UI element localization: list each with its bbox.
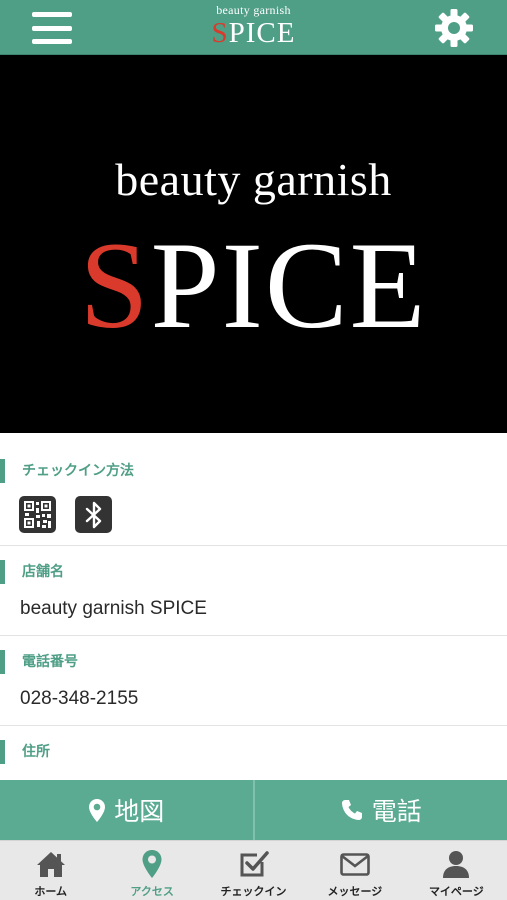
- bottom-tab-bar: ホーム アクセス チェックイン メッセージ マイページ: [0, 840, 507, 900]
- logo-first-letter: S: [211, 17, 229, 49]
- phone-title: 電話番号: [0, 650, 507, 674]
- map-pin-icon: [142, 850, 162, 878]
- tab-home[interactable]: ホーム: [0, 841, 101, 900]
- hero-banner: beauty garnish SPICE: [0, 55, 507, 433]
- gear-icon[interactable]: [432, 6, 476, 50]
- tab-mypage-label: マイページ: [428, 885, 484, 898]
- tab-access-label: アクセス: [130, 885, 174, 898]
- call-button[interactable]: 電話: [252, 780, 507, 840]
- qr-code-icon[interactable]: [19, 496, 56, 533]
- logo-title: SPICE: [0, 17, 507, 49]
- home-icon: [36, 852, 65, 877]
- hero-title-first-letter: S: [79, 217, 151, 354]
- hero-title-rest: PICE: [150, 217, 428, 354]
- app-logo: beauty garnish SPICE: [0, 3, 507, 50]
- tab-message-label: メッセージ: [327, 885, 383, 898]
- logo-subtitle: beauty garnish: [216, 3, 291, 17]
- address-title: 住所: [0, 740, 507, 764]
- action-bar: 地図 電話: [0, 780, 507, 840]
- checkin-method-title: チェックイン方法: [0, 459, 507, 483]
- logo-rest: PICE: [228, 17, 296, 49]
- user-icon: [443, 851, 470, 878]
- envelope-icon: [340, 853, 370, 876]
- checkin-icon: [240, 851, 269, 877]
- map-button[interactable]: 地図: [0, 780, 253, 840]
- hero-title: SPICE: [0, 221, 507, 351]
- shop-name-section: 店舗名 beauty garnish SPICE: [0, 546, 507, 636]
- tab-mypage[interactable]: マイページ: [406, 841, 507, 900]
- call-button-label: 電話: [371, 797, 422, 826]
- hero-subtitle: beauty garnish: [115, 154, 392, 205]
- shop-name-title: 店舗名: [0, 560, 507, 584]
- tab-checkin[interactable]: チェックイン: [203, 841, 304, 900]
- address-section: 住所: [0, 726, 507, 780]
- tab-access[interactable]: アクセス: [101, 841, 202, 900]
- bluetooth-icon[interactable]: [75, 496, 112, 533]
- app-header: beauty garnish SPICE: [0, 0, 507, 55]
- phone-section: 電話番号 028-348-2155: [0, 636, 507, 726]
- phone-icon: [341, 800, 362, 820]
- map-button-label: 地図: [114, 797, 165, 826]
- tab-message[interactable]: メッセージ: [304, 841, 405, 900]
- shop-name-value: beauty garnish SPICE: [20, 598, 207, 619]
- phone-value[interactable]: 028-348-2155: [20, 686, 138, 712]
- map-pin-icon: [89, 798, 106, 822]
- tab-home-label: ホーム: [34, 885, 68, 898]
- tab-checkin-label: チェックイン: [220, 885, 287, 898]
